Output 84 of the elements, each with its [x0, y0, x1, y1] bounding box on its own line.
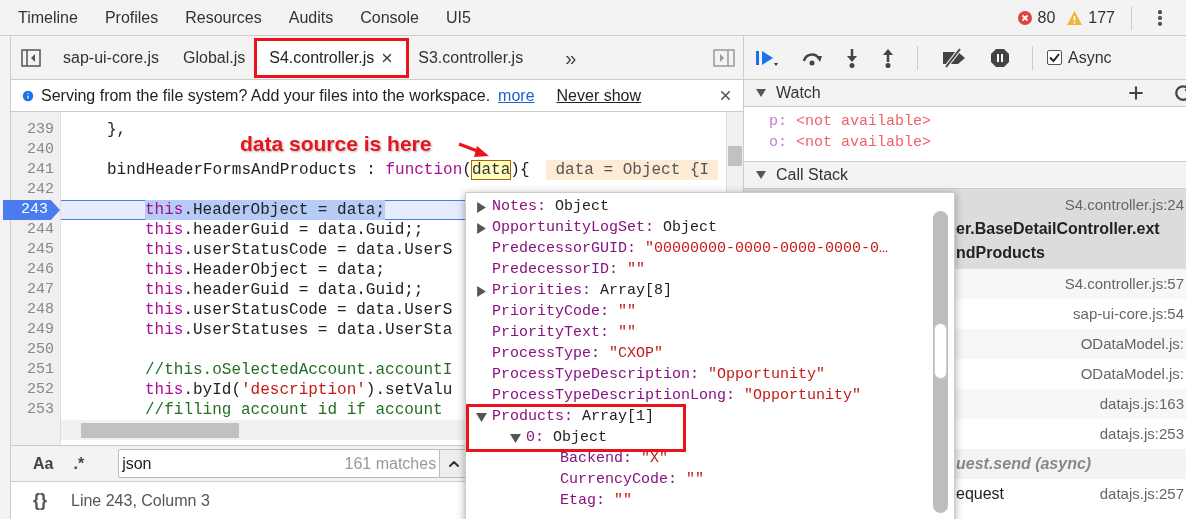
property-row-text: Etag: ""	[560, 491, 633, 512]
code-line: this.byId('description').setValu	[145, 380, 453, 400]
watch-expression: o: <not available>	[769, 133, 933, 153]
watch-expression: p: <not available>	[769, 112, 933, 132]
property-row-text: CurrencyCode: ""	[560, 470, 705, 491]
more-link[interactable]: more	[498, 83, 535, 108]
collapsed-arrow-icon[interactable]	[476, 202, 487, 213]
property-row-text: 0: Object	[526, 428, 608, 449]
file-tab[interactable]: S3.controller.js	[406, 39, 536, 76]
expanded-arrow-icon[interactable]	[756, 170, 766, 180]
sidebar-toggle-icon[interactable]	[21, 48, 41, 67]
property-row-text: PredecessorID: ""	[492, 260, 646, 281]
file-tab[interactable]: S4.controller.js	[257, 39, 407, 76]
file-tab[interactable]: Global.js	[171, 39, 258, 76]
step-into-icon[interactable]	[845, 47, 859, 68]
frame-location: datajs.js:257	[1099, 483, 1184, 504]
info-icon	[21, 88, 35, 103]
property-row-text: Products: Array[1]	[492, 407, 655, 428]
step-out-icon[interactable]	[881, 47, 895, 68]
info-message: Serving from the file system? Add your files into the workspace.	[41, 85, 491, 106]
panel-tab[interactable]: Profiles	[104, 5, 159, 30]
frame-location: ODataModel.js:	[1080, 333, 1184, 354]
section-header[interactable]: Call Stack	[744, 161, 1186, 189]
pause-on-exceptions-icon[interactable]	[990, 47, 1010, 68]
section-title: Watch	[776, 83, 821, 103]
more-tabs-button[interactable]: »	[565, 42, 577, 73]
code-line: bindHeaderFormsAndProducts : function(data){	[107, 160, 530, 180]
warning-icon	[1067, 10, 1083, 25]
frame-location: datajs.js:163	[1099, 393, 1184, 414]
code-line: },	[107, 120, 127, 140]
code-line: this.userStatusCode = data.UserS	[145, 300, 453, 320]
frame-function: ndProducts	[956, 243, 1046, 263]
panel-tab[interactable]: Audits	[288, 5, 334, 30]
annotation-text: data source is here	[240, 131, 432, 157]
warning-count[interactable]: 177	[1088, 5, 1115, 30]
panel-tab[interactable]: Console	[360, 5, 419, 30]
property-row-text: OpportunityLogSet: Object	[492, 218, 718, 239]
async-label: Async	[1068, 47, 1112, 68]
error-icon	[1017, 10, 1032, 25]
frame-location: S4.controller.js:24	[1064, 194, 1184, 215]
expanded-arrow-icon[interactable]	[476, 412, 487, 423]
section-title: Call Stack	[776, 165, 849, 185]
section-header[interactable]: Watch	[744, 80, 1186, 107]
expanded-arrow-icon[interactable]	[756, 88, 766, 98]
file-tab[interactable]: sap-ui-core.js	[51, 39, 172, 76]
panel-tab[interactable]: Resources	[185, 5, 262, 30]
code-line: //this.oSelectedAccount.accountI	[145, 360, 453, 380]
frame-function: equest	[956, 484, 1005, 504]
frame-location: ODataModel.js:	[1080, 363, 1184, 384]
panel-tab[interactable]: Timeline	[18, 5, 78, 30]
code-line: //filling account id if account	[145, 400, 443, 420]
error-count[interactable]: 80	[1037, 5, 1056, 30]
popover-scrollbar[interactable]	[933, 211, 948, 513]
property-row-text: Priorities: Array[8]	[492, 281, 673, 302]
regex-toggle[interactable]: .*	[73, 451, 85, 476]
frame-location: sap-ui-core.js:54	[1073, 303, 1184, 324]
line-number[interactable]: 243	[3, 200, 60, 220]
close-icon[interactable]	[718, 88, 733, 103]
pretty-print-button[interactable]: {}	[33, 487, 47, 514]
add-icon[interactable]	[1126, 83, 1146, 103]
code-line: this.userStatusCode = data.UserS	[145, 240, 453, 260]
frame-location: datajs.js:253	[1099, 423, 1184, 444]
search-field[interactable]: json 161 matches	[118, 449, 441, 478]
sidebar-toggle-icon[interactable]	[713, 48, 735, 67]
cursor-position: Line 243, Column 3	[71, 490, 210, 511]
property-row-text: PriorityText: ""	[492, 323, 637, 344]
inline-value: data = Object {I	[546, 160, 719, 180]
code-line: this.HeaderObject = data;	[145, 260, 386, 280]
async-checkbox[interactable]	[1047, 50, 1062, 65]
code-line: this.headerGuid = data.Guid;;	[145, 220, 424, 240]
never-show-link[interactable]: Never show	[556, 83, 642, 108]
expanded-arrow-icon[interactable]	[510, 433, 521, 444]
collapsed-arrow-icon[interactable]	[476, 223, 487, 234]
async-label: uest.send (async)	[956, 454, 1092, 474]
frame-location: S4.controller.js:57	[1064, 273, 1184, 294]
code-line: this.headerGuid = data.Guid;;	[145, 280, 424, 300]
collapsed-arrow-icon[interactable]	[476, 286, 487, 297]
match-case-toggle[interactable]: Aa	[33, 451, 54, 476]
code-line: this.UserStatuses = data.UserSta	[145, 320, 453, 340]
property-row-text: Notes: Object	[492, 197, 610, 218]
frame-function: er.BaseDetailController.ext	[956, 219, 1161, 239]
property-row-text: ProcessType: "CXOP"	[492, 344, 664, 365]
panel-tab[interactable]: UI5	[445, 5, 471, 30]
property-row-text: PriorityCode: ""	[492, 302, 637, 323]
